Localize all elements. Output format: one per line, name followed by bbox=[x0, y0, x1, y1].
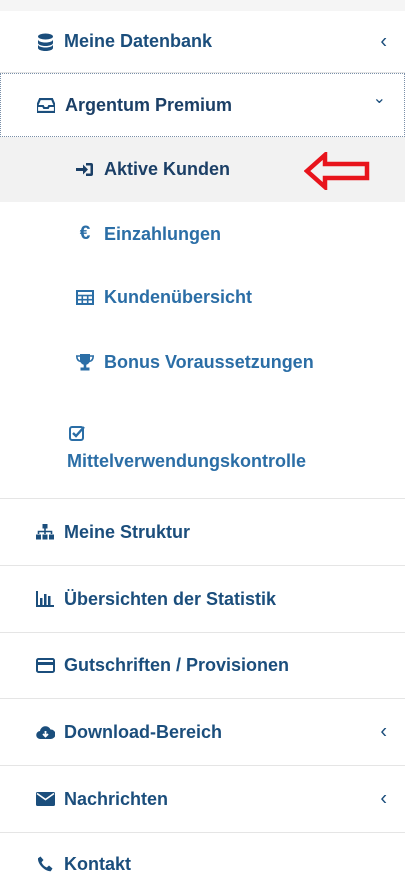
menu-item-download-bereich[interactable]: Download-Bereich ‹ bbox=[0, 699, 405, 766]
submenu-item-label: Mittelverwendungskontrolle bbox=[67, 450, 307, 471]
menu-item-nachrichten[interactable]: Nachrichten ‹ bbox=[0, 766, 405, 833]
chevron-left-icon: ‹ bbox=[380, 30, 387, 52]
menu-item-label: Argentum Premium bbox=[65, 94, 233, 115]
menu-item-label: Kontakt bbox=[64, 853, 131, 874]
menu-item-meine-datenbank[interactable]: Meine Datenbank ‹ bbox=[0, 11, 405, 73]
envelope-icon bbox=[35, 789, 55, 809]
menu-item-label: Meine Datenbank bbox=[64, 31, 213, 51]
submenu-item-label: Kundenübersicht bbox=[104, 287, 253, 307]
menu-item-argentum-premium[interactable]: Argentum Premium ⌄ bbox=[0, 73, 405, 137]
menu-item-meine-struktur[interactable]: Meine Struktur bbox=[0, 499, 405, 566]
menu-item-label: Übersichten der Statistik bbox=[64, 588, 277, 609]
phone-icon bbox=[35, 854, 55, 874]
menu-item-gutschriften-provisionen[interactable]: Gutschriften / Provisionen bbox=[0, 633, 405, 699]
annotation-arrow-icon bbox=[304, 152, 370, 190]
cloud-download-icon bbox=[35, 722, 55, 742]
bar-chart-icon bbox=[35, 589, 55, 609]
inbox-icon bbox=[36, 95, 56, 115]
submenu-item-kundenuebersicht[interactable]: Kundenübersicht bbox=[0, 266, 405, 329]
menu-item-label: Gutschriften / Provisionen bbox=[64, 655, 290, 675]
submenu-item-mittelverwendungskontrolle[interactable]: Mittelverwendungskontrolle bbox=[0, 396, 405, 498]
sitemap-icon bbox=[35, 522, 55, 542]
submenu-list: € Einzahlungen Kundenübersicht Bonus Vor… bbox=[0, 202, 405, 498]
menu-item-label: Download-Bereich bbox=[64, 721, 223, 742]
top-strip bbox=[0, 0, 405, 11]
sign-in-icon bbox=[75, 160, 95, 180]
menu-item-label: Meine Struktur bbox=[64, 521, 191, 542]
chevron-left-icon: ‹ bbox=[380, 720, 387, 743]
submenu-item-label: Bonus Voraussetzungen bbox=[104, 352, 314, 372]
submenu-item-label: Einzahlungen bbox=[104, 223, 221, 244]
check-square-icon bbox=[67, 423, 87, 443]
chevron-left-icon: ‹ bbox=[380, 787, 387, 810]
euro-icon: € bbox=[79, 223, 91, 244]
sidebar-menu: Meine Datenbank ‹ Argentum Premium ⌄ Akt… bbox=[0, 0, 405, 889]
submenu-item-label: Aktive Kunden bbox=[104, 159, 231, 179]
database-icon bbox=[35, 32, 55, 52]
submenu-item-bonus-voraussetzungen[interactable]: Bonus Voraussetzungen bbox=[0, 329, 405, 396]
menu-item-kontakt[interactable]: Kontakt bbox=[0, 833, 405, 889]
trophy-icon bbox=[75, 353, 95, 373]
credit-card-icon bbox=[35, 656, 55, 676]
table-icon bbox=[75, 288, 95, 308]
chevron-down-icon: ⌄ bbox=[372, 89, 386, 107]
submenu-item-einzahlungen[interactable]: € Einzahlungen bbox=[0, 202, 405, 266]
menu-item-uebersichten-statistik[interactable]: Übersichten der Statistik bbox=[0, 566, 405, 633]
menu-item-label: Nachrichten bbox=[64, 788, 169, 809]
submenu-argentum-premium: Aktive Kunden € Einzahlungen Kundenübers… bbox=[0, 137, 405, 499]
